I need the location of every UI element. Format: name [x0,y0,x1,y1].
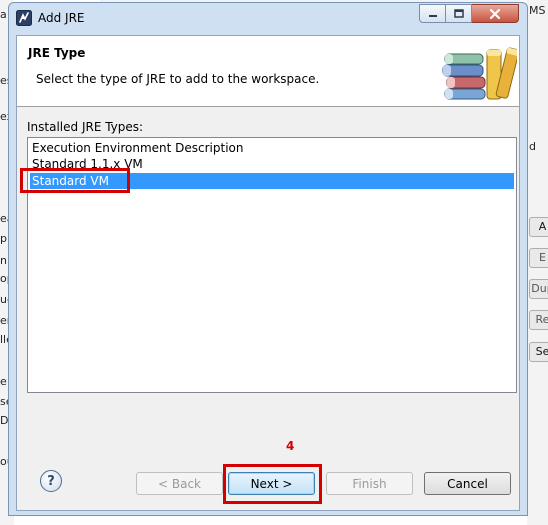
page-title: JRE Type [28,46,86,60]
background-button: A [529,217,548,237]
add-jre-dialog: Add JRE JRE Type Select the type of JRE … [8,2,528,516]
title-bar[interactable]: Add JRE [9,3,527,35]
background-text-fragment: d [529,140,536,153]
cancel-button[interactable]: Cancel [424,472,511,495]
list-item[interactable]: Execution Environment Description [30,140,514,156]
maximize-icon [453,8,464,18]
books-icon [442,47,517,100]
close-icon [489,8,501,19]
minimize-icon [428,14,437,17]
help-icon: ? [47,473,55,489]
wizard-header: JRE Type Select the type of JRE to add t… [17,36,519,107]
background-text-fragment: e [0,375,7,388]
list-item-selected[interactable]: Standard VM [30,173,514,189]
window-title: Add JRE [38,11,85,25]
next-button[interactable]: Next > [228,472,315,495]
background-right-window: MS d A E Dup Re Se [527,0,548,525]
background-button: Dup [529,279,548,299]
background-text-fragment: p [0,232,7,245]
eclipse-icon [16,10,32,26]
installed-jre-types-label: Installed JRE Types: [27,120,144,134]
minimize-button[interactable] [419,4,446,23]
background-button: E [529,248,548,268]
maximize-button[interactable] [446,4,472,23]
background-text-fragment: n [0,254,7,267]
help-button[interactable]: ? [40,470,62,492]
background-button: Re [529,310,548,330]
annotation-step-number: 4 [286,439,295,453]
close-button[interactable] [472,4,519,23]
window-controls [419,4,523,24]
finish-button[interactable]: Finish [326,472,413,495]
dialog-client-area: JRE Type Select the type of JRE to add t… [16,35,520,511]
background-text-fragment: a [0,8,7,21]
background-title-fragment: MS [529,4,546,17]
page-description: Select the type of JRE to add to the wor… [36,72,320,86]
list-item[interactable]: Standard 1.1.x VM [30,156,514,172]
background-button: Se [529,342,548,362]
jre-type-list[interactable]: Execution Environment Description Standa… [27,137,517,393]
back-button[interactable]: < Back [136,472,223,495]
